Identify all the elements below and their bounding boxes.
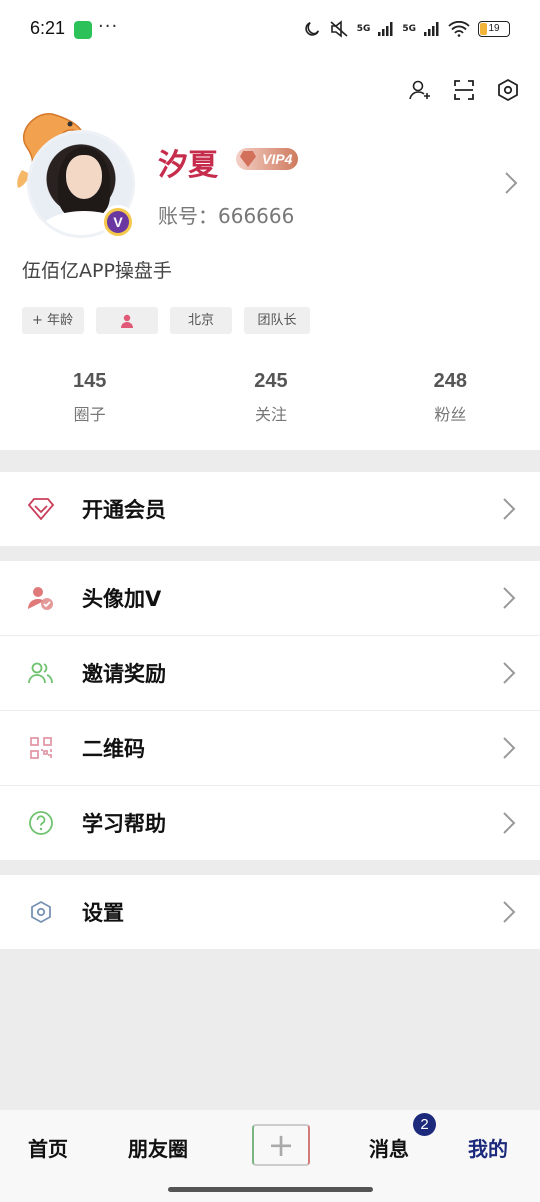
tag-age[interactable]: + 年龄 (22, 307, 84, 334)
chevron-right-icon (503, 498, 516, 520)
add-friend-icon[interactable] (408, 78, 432, 102)
profile-stats: 145 圈子 245 关注 248 粉丝 (0, 370, 540, 425)
tag-gender[interactable] (96, 307, 158, 334)
stat-followers-value: 248 (433, 370, 467, 392)
more-notifications-icon: ··· (98, 16, 119, 37)
stat-following-value: 245 (254, 370, 288, 392)
create-post-button[interactable]: + (252, 1124, 310, 1166)
wechat-icon (74, 21, 92, 39)
nav-home[interactable]: 首页 (28, 1133, 68, 1162)
invite-users-icon (26, 658, 56, 688)
menu-label-avatar-v: 头像加V (82, 587, 162, 611)
status-icons: 5G 5G 19 (303, 20, 510, 38)
menu-label-help: 学习帮助 (82, 812, 166, 836)
nav-friends-circle[interactable]: 朋友圈 (128, 1133, 188, 1162)
battery-icon: 19 (478, 21, 510, 37)
menu-item-settings[interactable]: 设置 (0, 875, 540, 949)
wifi-icon (448, 21, 470, 37)
tag-city[interactable]: 北京 (170, 307, 232, 334)
qr-code-icon (26, 733, 56, 763)
chevron-right-icon (503, 737, 516, 759)
account-id: 账号：666666 (158, 204, 295, 228)
menu-item-qrcode[interactable]: 二维码 (0, 711, 540, 785)
signal-bars-icon-2 (424, 22, 439, 36)
moon-icon (304, 21, 319, 36)
signal-5g-icon: 5G (356, 24, 371, 34)
chevron-right-icon (503, 901, 516, 923)
diamond-outline-icon (26, 494, 56, 524)
stat-circles-value: 145 (72, 370, 107, 392)
chevron-right-icon (503, 662, 516, 684)
menu-label-settings: 设置 (82, 901, 124, 925)
stat-followers-label: 粉丝 (434, 405, 467, 424)
menu-label-membership: 开通会员 (82, 498, 166, 522)
settings-icon (26, 897, 56, 927)
menu-label-qrcode: 二维码 (82, 737, 145, 761)
menu-item-invite[interactable]: 邀请奖励 (0, 636, 540, 710)
chevron-right-icon (503, 587, 516, 609)
signal-5g-icon-2: 5G (402, 24, 416, 34)
messages-unread-badge: 2 (413, 1113, 436, 1136)
scan-icon[interactable] (452, 78, 476, 102)
stat-circles[interactable]: 145 圈子 (0, 370, 181, 425)
verified-v-badge: V (101, 205, 135, 239)
profile-toolbar (408, 78, 520, 102)
stat-following-label: 关注 (254, 405, 287, 424)
help-question-icon (26, 808, 56, 838)
signal-bars-icon (378, 22, 393, 36)
mute-icon (330, 20, 348, 38)
stat-followers[interactable]: 248 粉丝 (361, 370, 540, 425)
person-icon (121, 314, 133, 328)
stat-circles-label: 圈子 (73, 405, 106, 424)
menu-item-membership[interactable]: 开通会员 (0, 472, 540, 546)
settings-hex-icon[interactable] (496, 78, 520, 102)
status-time: 6:21 (30, 18, 66, 38)
tag-role[interactable]: 团队长 (244, 307, 310, 334)
stat-following[interactable]: 245 关注 (181, 370, 360, 425)
home-indicator[interactable] (168, 1187, 373, 1192)
nav-messages[interactable]: 消息 (369, 1133, 409, 1162)
nav-mine[interactable]: 我的 (468, 1133, 508, 1162)
verified-user-icon (26, 583, 56, 613)
profile-tags: + 年龄 北京 团队长 (22, 307, 310, 334)
menu-label-invite: 邀请奖励 (82, 662, 166, 686)
menu-item-help[interactable]: 学习帮助 (0, 786, 540, 860)
menu-item-avatar-v[interactable]: 头像加V (0, 561, 540, 635)
user-name: 汐夏 (158, 148, 218, 183)
vip-level-badge[interactable]: VIP4 (236, 148, 299, 170)
diamond-icon (240, 151, 256, 167)
chevron-right-icon (503, 812, 516, 834)
profile-chevron-right-icon[interactable] (504, 171, 518, 195)
user-bio: 伍佰亿APP操盘手 (22, 260, 172, 282)
